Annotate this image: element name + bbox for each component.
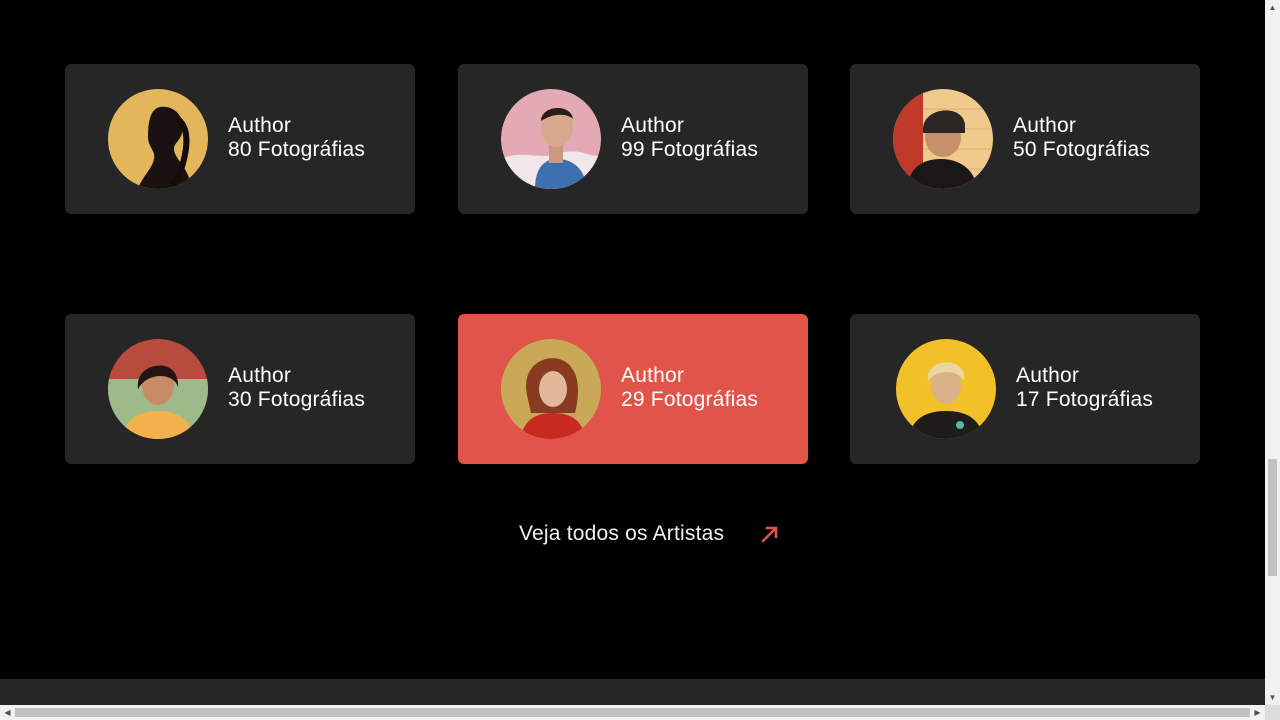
artist-avatar: [108, 339, 208, 439]
artist-info: Author 80 Fotográfias: [228, 114, 365, 162]
artist-card[interactable]: Author 80 Fotográfias: [65, 64, 415, 214]
artist-name: Author: [228, 114, 292, 137]
artist-info: Author 17 Fotográfias: [1016, 364, 1153, 412]
artist-avatar: [893, 89, 993, 189]
artist-name: Author: [1016, 364, 1080, 387]
see-all-label: Veja todos os Artistas: [519, 522, 725, 545]
artist-photo-count: 99 Fotográfias: [621, 138, 759, 161]
artist-card[interactable]: Author 30 Fotográfias: [65, 314, 415, 464]
artist-avatar: [501, 339, 601, 439]
scroll-left-icon[interactable]: ◀: [0, 705, 15, 720]
see-all-artists-link[interactable]: Veja todos os Artistas: [519, 522, 781, 546]
arrow-up-right-icon: [759, 523, 781, 545]
vertical-scrollbar[interactable]: ▲ ▼: [1265, 0, 1280, 705]
artist-card-active[interactable]: Author 29 Fotográfias: [458, 314, 808, 464]
artists-section: Author 80 Fotográfias Author 99 Fotográf…: [0, 0, 1265, 705]
footer: [0, 679, 1265, 705]
artist-info: Author 29 Fotográfias: [621, 364, 758, 412]
artist-info: Author 50 Fotográfias: [1013, 114, 1150, 162]
scroll-right-icon[interactable]: ▶: [1250, 705, 1265, 720]
artist-name: Author: [228, 364, 292, 387]
horizontal-scrollbar[interactable]: ◀ ▶: [0, 705, 1265, 720]
artist-card[interactable]: Author 50 Fotográfias: [850, 64, 1200, 214]
artist-photo-count: 50 Fotográfias: [1013, 138, 1151, 161]
artist-avatar: [896, 339, 996, 439]
artist-photo-count: 17 Fotográfias: [1016, 388, 1154, 411]
artist-info: Author 99 Fotográfias: [621, 114, 758, 162]
artist-info: Author 30 Fotográfias: [228, 364, 365, 412]
artist-name: Author: [621, 114, 685, 137]
artist-avatar: [108, 89, 208, 189]
artist-name: Author: [1013, 114, 1077, 137]
scrollbar-corner: [1265, 705, 1280, 720]
scroll-down-icon[interactable]: ▼: [1265, 690, 1280, 705]
artist-card[interactable]: Author 99 Fotográfias: [458, 64, 808, 214]
vertical-scrollbar-thumb[interactable]: [1268, 459, 1277, 576]
artist-name: Author: [621, 364, 685, 387]
artist-avatar: [501, 89, 601, 189]
scroll-up-icon[interactable]: ▲: [1265, 0, 1280, 15]
artist-photo-count: 80 Fotográfias: [228, 138, 366, 161]
artist-photo-count: 29 Fotográfias: [621, 388, 759, 411]
artist-card[interactable]: Author 17 Fotográfias: [850, 314, 1200, 464]
artist-photo-count: 30 Fotográfias: [228, 388, 366, 411]
horizontal-scrollbar-thumb[interactable]: [15, 708, 1250, 717]
